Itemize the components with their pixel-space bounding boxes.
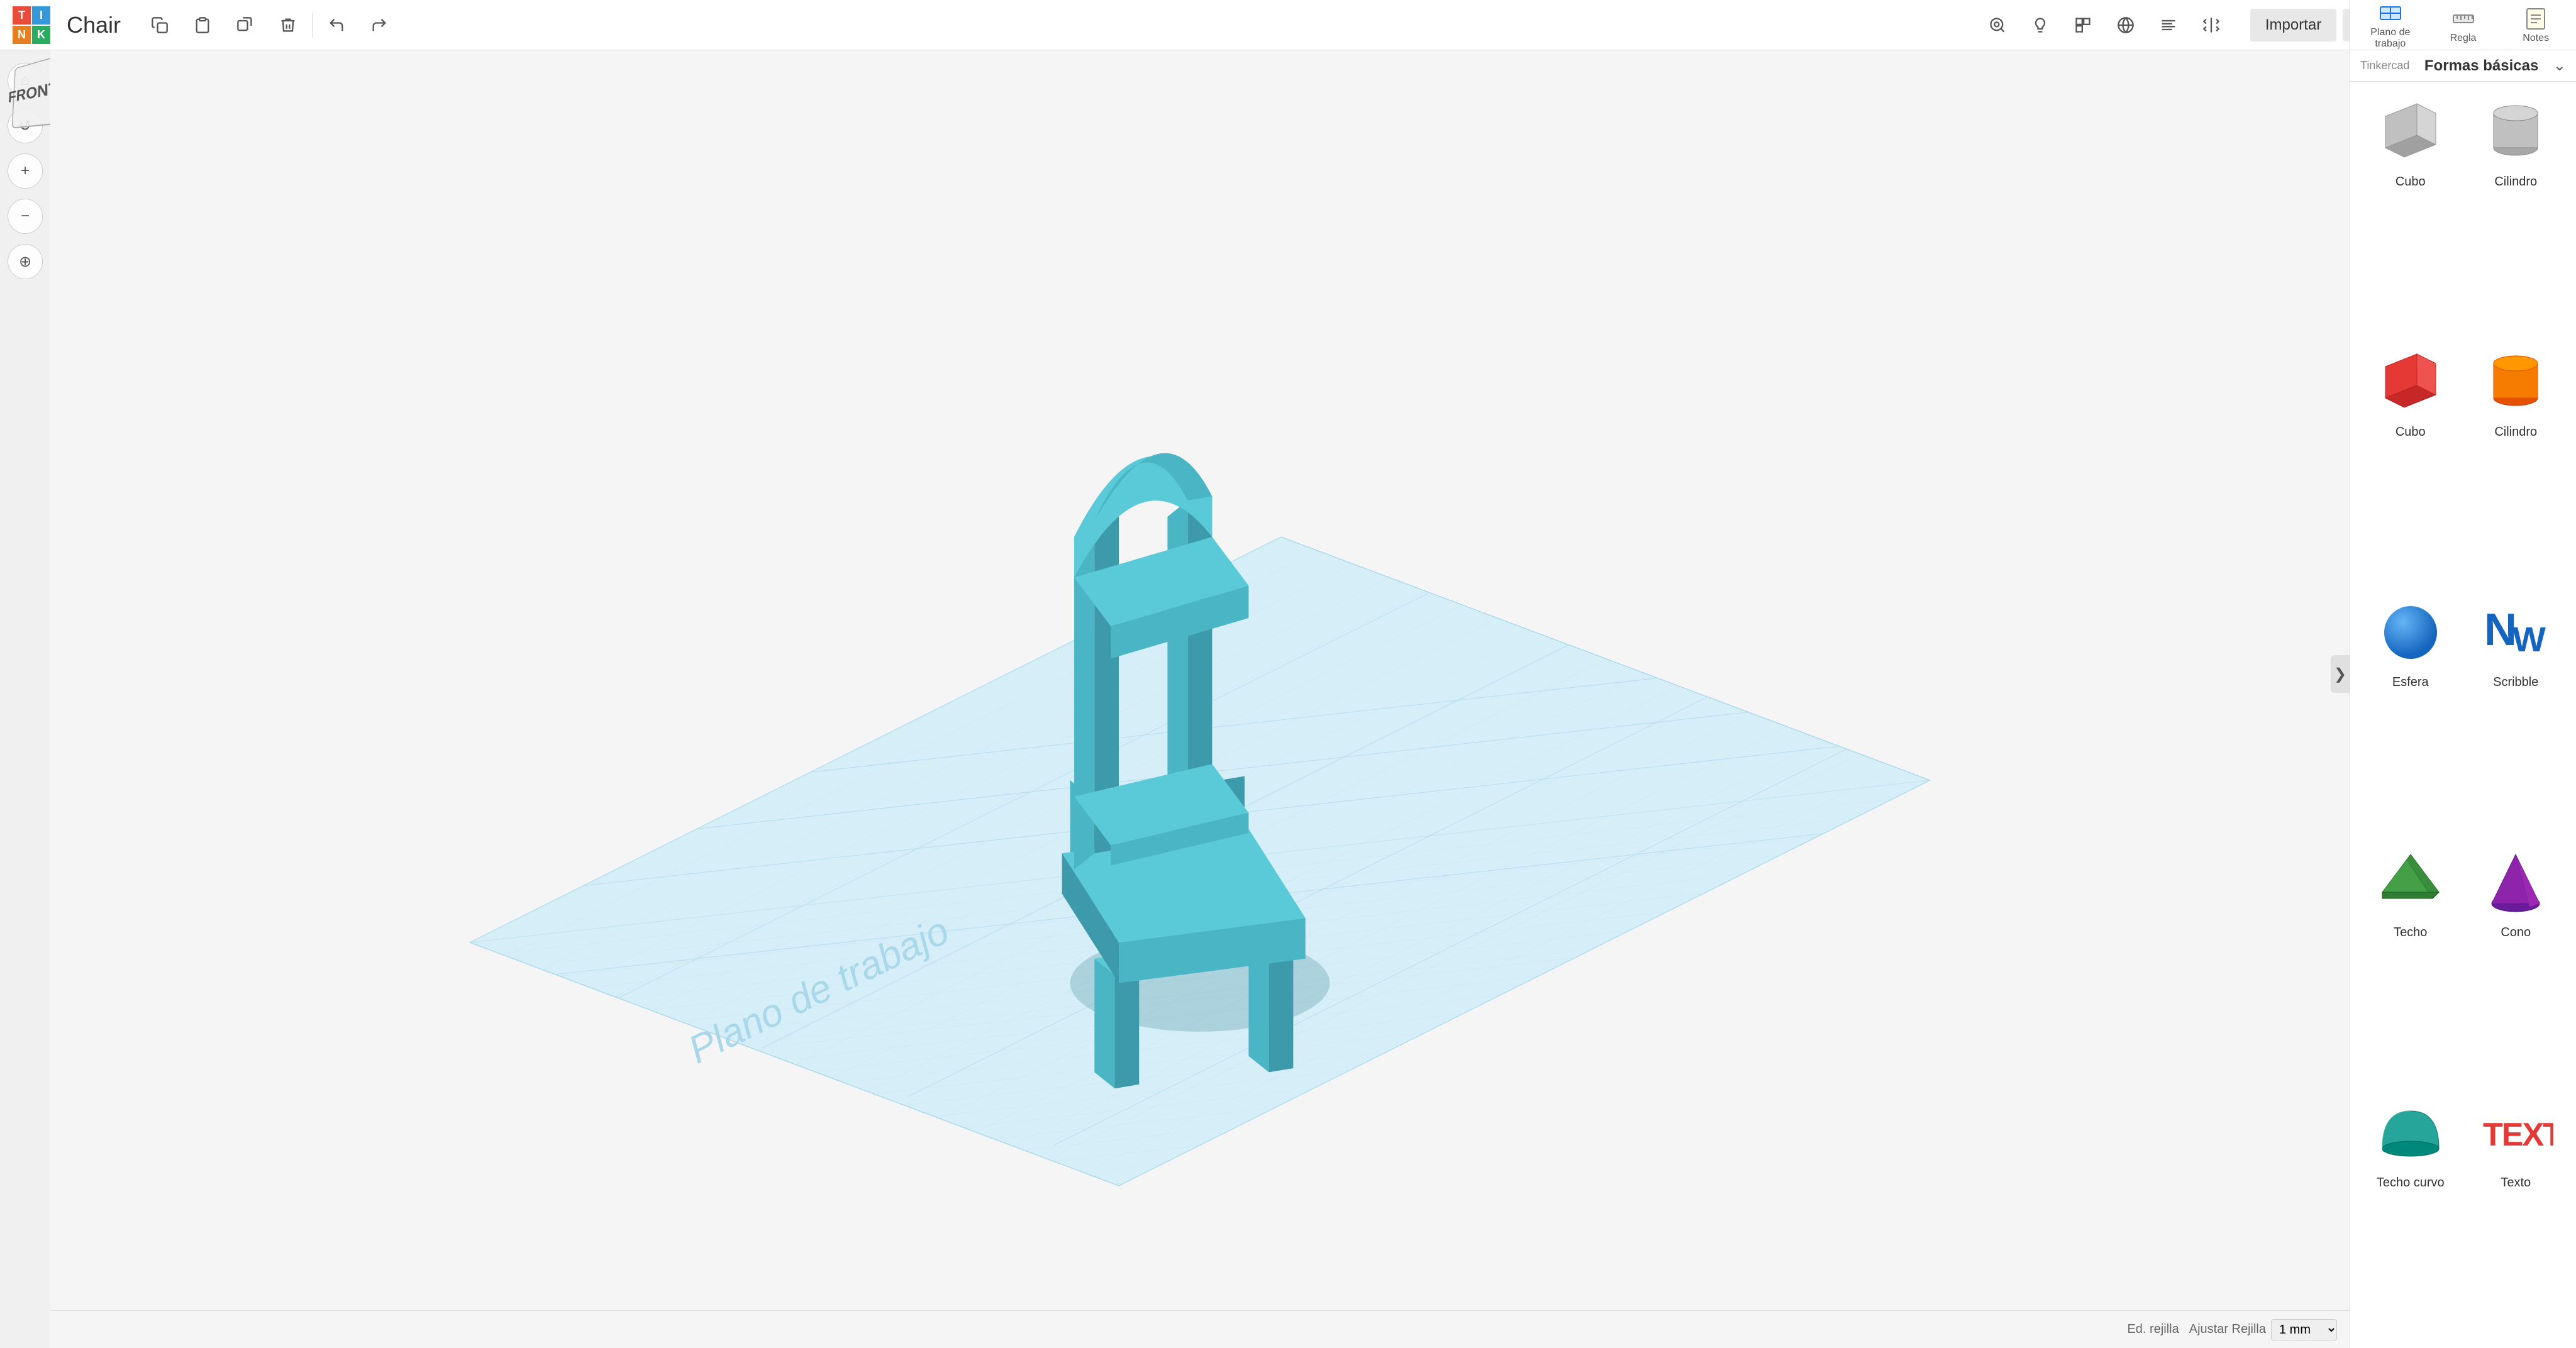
shape-thumb-esfera-blue <box>2367 595 2455 670</box>
shape-thumb-scribble: N W <box>2472 595 2560 670</box>
shape-label-techo-curvo: Techo curvo <box>2377 1176 2445 1190</box>
shape-cubo-red[interactable]: Cubo <box>2363 345 2458 585</box>
svg-text:W: W <box>2512 619 2546 659</box>
ruler-button[interactable]: Regla <box>2429 4 2497 47</box>
shape-techo-curvo[interactable]: Techo curvo <box>2363 1095 2458 1335</box>
shape-thumb-cubo-gray <box>2367 94 2455 170</box>
chair-leg-fr-bottom <box>1269 954 1294 1072</box>
adjust-grid-label: Ajustar Rejilla <box>2189 1322 2266 1337</box>
mirror-button[interactable] <box>2192 6 2230 44</box>
shape-label-cubo-gray: Cubo <box>2396 175 2426 189</box>
reset-button[interactable]: ⊕ <box>8 244 43 279</box>
shape-label-esfera-blue: Esfera <box>2392 675 2429 690</box>
chair-leg-fl-left <box>1094 959 1114 1088</box>
left-toolbar: ⌂ ↺ + − ⊕ <box>0 50 50 1348</box>
main-canvas[interactable]: Plano de trabajo <box>50 50 2350 1348</box>
shape-label-texto: Texto <box>2501 1176 2531 1190</box>
logo[interactable]: T I N K <box>13 6 50 44</box>
redo-button[interactable] <box>360 6 398 44</box>
shape-cubo-gray[interactable]: Cubo <box>2363 94 2458 334</box>
canvas-svg: Plano de trabajo <box>50 50 2350 1348</box>
view-focus-button[interactable] <box>1979 6 2016 44</box>
panel-chevron-icon[interactable]: ⌄ <box>2553 57 2566 75</box>
shape-cilindro-orange[interactable]: Cilindro <box>2468 345 2564 585</box>
shape-thumb-techo-curvo <box>2367 1095 2455 1171</box>
logo-n: N <box>13 26 31 44</box>
shape-cilindro-gray[interactable]: Cilindro <box>2468 94 2564 334</box>
grid-selector: Ajustar Rejilla 0.1 mm 0.5 mm 1 mm 2 mm … <box>2189 1319 2337 1340</box>
logo-k: K <box>32 26 50 44</box>
right-panel: Plano de trabajo Regla Notes Tinke <box>2350 0 2576 1348</box>
shape-thumb-cilindro-orange <box>2472 345 2560 420</box>
app-title: Chair <box>67 12 121 38</box>
grid-size-select[interactable]: 0.1 mm 0.5 mm 1 mm 2 mm 5 mm 10 mm <box>2271 1319 2337 1340</box>
panel-title: Formas básicas <box>2424 57 2538 75</box>
shape-thumb-techo-green <box>2367 845 2455 920</box>
shape-label-scribble: Scribble <box>2493 675 2538 690</box>
zoom-in-button[interactable]: + <box>8 153 43 189</box>
chair-leg-fl-bottom <box>1115 971 1140 1088</box>
toolbar-row <box>131 0 408 50</box>
shape-scribble[interactable]: N W Scribble <box>2468 595 2564 835</box>
shape-techo-green[interactable]: Techo <box>2363 845 2458 1085</box>
shape-label-techo-green: Techo <box>2394 925 2427 940</box>
grid-edit-label: Ed. rejilla <box>2127 1322 2179 1337</box>
shape-thumb-cono-purple <box>2472 845 2560 920</box>
zoom-out-button[interactable]: − <box>8 199 43 234</box>
toolbar-separator-1 <box>312 13 313 38</box>
shape-label-cubo-red: Cubo <box>2396 425 2426 439</box>
shape-label-cilindro-gray: Cilindro <box>2494 175 2537 189</box>
shape-label-cilindro-orange: Cilindro <box>2494 425 2537 439</box>
workplane-label: Plano de trabajo <box>2359 27 2422 50</box>
panel-header: Tinkercad Formas básicas ⌄ <box>2350 50 2576 82</box>
ruler-label: Regla <box>2450 33 2477 44</box>
collapse-panel-button[interactable]: ❯ <box>2331 655 2350 693</box>
shape-esfera-blue[interactable]: Esfera <box>2363 595 2458 835</box>
delete-button[interactable] <box>269 6 307 44</box>
duplicate-button[interactable] <box>226 6 264 44</box>
shape-thumb-cilindro-gray <box>2472 94 2560 170</box>
shape-cono-purple[interactable]: Cono <box>2468 845 2564 1085</box>
bottom-bar: Ed. rejilla Ajustar Rejilla 0.1 mm 0.5 m… <box>50 1310 2350 1348</box>
light-bulb-button[interactable] <box>2021 6 2059 44</box>
logo-i: I <box>32 6 50 25</box>
logo-t: T <box>13 6 31 25</box>
grid-button[interactable] <box>2107 6 2145 44</box>
shape-thumb-cubo-red <box>2367 345 2455 420</box>
paste-button[interactable] <box>184 6 221 44</box>
workplane-button[interactable]: Plano de trabajo <box>2357 0 2424 52</box>
right-panel-top: Plano de trabajo Regla Notes <box>2350 0 2576 50</box>
undo-button[interactable] <box>318 6 355 44</box>
svg-text:TEXT: TEXT <box>2483 1117 2553 1153</box>
tinkercad-label: Tinkercad <box>2360 59 2409 72</box>
shape-thumb-texto: TEXT <box>2472 1095 2560 1171</box>
top-bar: T I N K Chair <box>0 0 2576 50</box>
align-left-button[interactable] <box>2150 6 2187 44</box>
notes-button[interactable]: Notes <box>2502 4 2570 47</box>
shape-texto[interactable]: TEXT Texto <box>2468 1095 2564 1335</box>
import-button[interactable]: Importar <box>2250 9 2336 41</box>
shape-toggle-button[interactable] <box>2064 6 2102 44</box>
notes-label: Notes <box>2523 33 2549 44</box>
shapes-grid: Cubo Cilindro Cubo <box>2350 82 2576 1348</box>
copy-button[interactable] <box>141 6 179 44</box>
shape-label-cono-purple: Cono <box>2501 925 2531 940</box>
